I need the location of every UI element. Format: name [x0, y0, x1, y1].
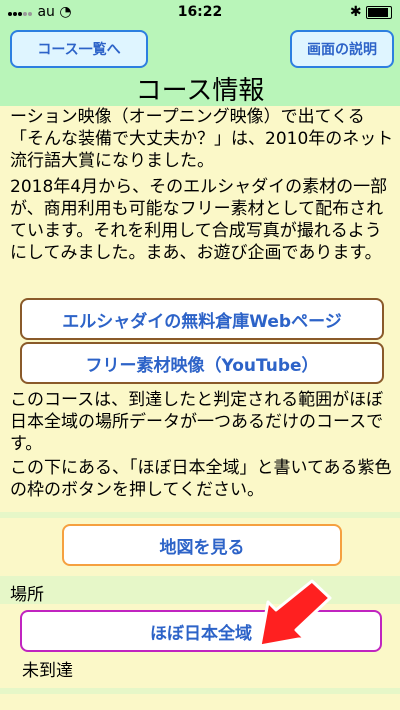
screen-help-button[interactable]: 画面の説明	[290, 30, 394, 68]
bluetooth-icon: ✱	[349, 4, 362, 20]
battery-icon	[366, 5, 392, 19]
clock: 16:22	[177, 4, 223, 20]
content-scroll[interactable]: ーション映像（オープニング映像）で出てくる「そんな装備で大丈夫か？」は、2010…	[0, 106, 400, 710]
header: コース一覧へ 画面の説明 コース情報	[0, 24, 400, 106]
status-right: ✱	[350, 4, 392, 20]
status-bar: au ◔ 16:22 ✱	[0, 0, 400, 24]
course-list-button[interactable]: コース一覧へ	[10, 30, 148, 68]
pointer-arrow-icon	[258, 579, 332, 648]
page-title: コース情報	[135, 76, 265, 106]
